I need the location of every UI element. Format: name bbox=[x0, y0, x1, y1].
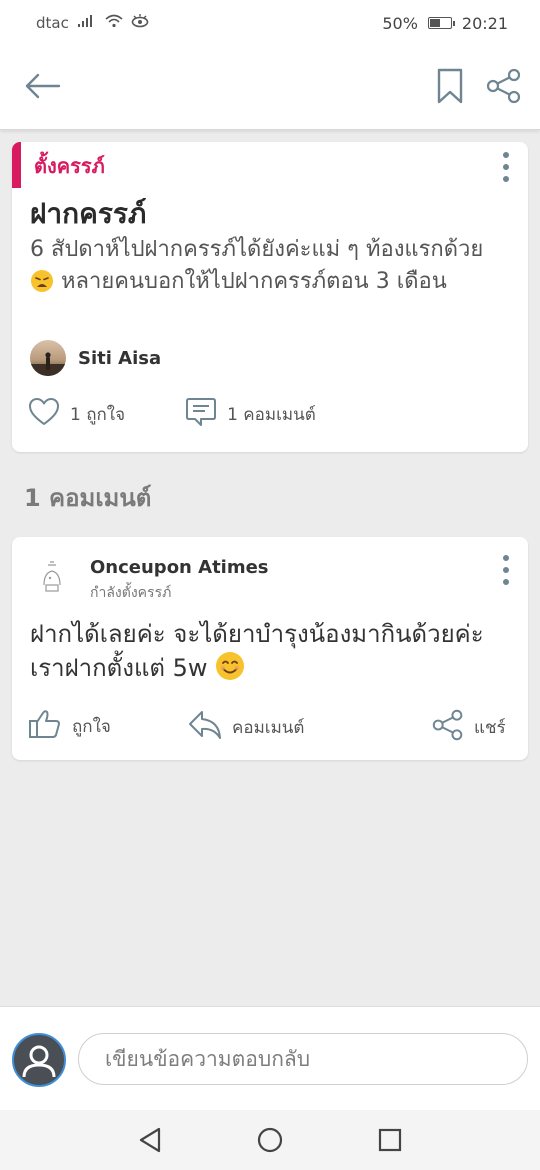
post-actions: 1 ถูกใจ 1 คอมเมนต์ bbox=[28, 396, 316, 433]
comment-card: Onceupon Atimes กำลังตั้งครรภ์ ฝากได้เลย… bbox=[12, 537, 528, 760]
app-header bbox=[0, 46, 540, 130]
post-author[interactable]: Siti Aisa bbox=[30, 340, 161, 376]
post-body-text-1: 6 สัปดาห์ไปฝากครรภ์ได้ยังค่ะแม่ ๆ ท้องแร… bbox=[30, 237, 484, 262]
share-icon bbox=[432, 709, 464, 746]
comment-bubble-icon bbox=[185, 396, 217, 433]
post-category[interactable]: ตั้งครรภ์ bbox=[34, 150, 105, 182]
commenter-status: กำลังตั้งครรภ์ bbox=[90, 585, 172, 601]
author-avatar[interactable] bbox=[30, 340, 66, 376]
signal-icon bbox=[77, 14, 97, 32]
post-card: ตั้งครรภ์ ฝากครรภ์ 6 สัปดาห์ไปฝากครรภ์ได… bbox=[12, 142, 528, 452]
bookmark-button[interactable] bbox=[428, 66, 472, 110]
eye-comfort-icon bbox=[131, 14, 149, 32]
author-name[interactable]: Siti Aisa bbox=[78, 348, 161, 369]
post-more-menu-icon[interactable] bbox=[500, 152, 512, 182]
likes-count: 1 ถูกใจ bbox=[70, 405, 126, 425]
reply-compose-bar bbox=[0, 1006, 540, 1110]
comment-share-button[interactable]: แชร์ bbox=[432, 709, 506, 746]
reply-arrow-icon bbox=[188, 709, 222, 746]
smiling-face-emoji-icon bbox=[215, 651, 245, 690]
weary-face-emoji-icon bbox=[30, 269, 54, 303]
post-body: 6 สัปดาห์ไปฝากครรภ์ได้ยังค่ะแม่ ๆ ท้องแร… bbox=[30, 234, 510, 303]
commenter-name[interactable]: Onceupon Atimes bbox=[90, 557, 269, 578]
bookmark-icon bbox=[437, 68, 463, 108]
comments-heading: 1 คอมเมนต์ bbox=[24, 484, 152, 512]
comment-more-menu-icon[interactable] bbox=[500, 555, 512, 585]
nav-home-icon[interactable] bbox=[254, 1124, 286, 1156]
comment-reply-button[interactable]: คอมเมนต์ bbox=[188, 709, 304, 746]
category-marker bbox=[12, 142, 21, 188]
comment-like-button[interactable]: ถูกใจ bbox=[28, 709, 111, 744]
post-body-text-2: หลายคนบอกให้ไปฝากครรภ์ตอน 3 เดือน bbox=[61, 269, 447, 294]
status-bar: dtac 50% 20:21 bbox=[0, 0, 540, 46]
thumbs-up-icon bbox=[28, 709, 62, 744]
comment-body: ฝากได้เลยค่ะ จะได้ยาบำรุงน้องมากินด้วยค่… bbox=[30, 620, 484, 682]
clock: 20:21 bbox=[461, 13, 508, 33]
reply-input[interactable] bbox=[78, 1033, 528, 1085]
comment-reply-label: คอมเมนต์ bbox=[232, 718, 305, 738]
battery-percent: 50% bbox=[382, 13, 418, 33]
share-icon bbox=[486, 68, 522, 108]
comments-button[interactable]: 1 คอมเมนต์ bbox=[185, 396, 316, 433]
back-button[interactable] bbox=[20, 66, 64, 110]
commenter-avatar[interactable] bbox=[36, 559, 68, 595]
heart-icon bbox=[28, 397, 60, 432]
like-button[interactable]: 1 ถูกใจ bbox=[28, 397, 125, 432]
comment-share-label: แชร์ bbox=[474, 718, 506, 738]
comment-actions: ถูกใจ คอมเมนต์ แชร์ bbox=[12, 709, 528, 749]
comment-text: ฝากได้เลยค่ะ จะได้ยาบำรุงน้องมากินด้วยค่… bbox=[30, 617, 520, 690]
back-arrow-icon bbox=[23, 72, 61, 104]
carrier-label: dtac bbox=[36, 14, 69, 32]
battery-icon bbox=[427, 17, 455, 29]
user-avatar-icon[interactable] bbox=[12, 1033, 66, 1087]
comment-like-label: ถูกใจ bbox=[72, 717, 111, 737]
nav-back-icon[interactable] bbox=[134, 1124, 166, 1156]
wifi-icon bbox=[105, 14, 123, 32]
share-button[interactable] bbox=[482, 66, 526, 110]
nav-recents-icon[interactable] bbox=[374, 1124, 406, 1156]
system-nav-bar bbox=[0, 1110, 540, 1170]
comments-count: 1 คอมเมนต์ bbox=[227, 405, 316, 425]
post-title: ฝากครรภ์ bbox=[30, 197, 147, 230]
